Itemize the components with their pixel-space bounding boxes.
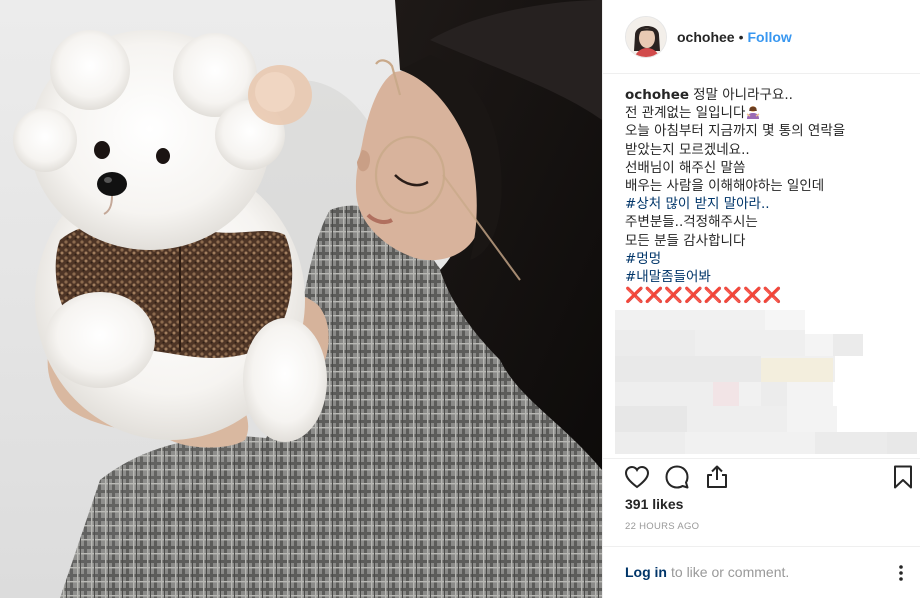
hashtag-link[interactable]: #멍멍 (625, 250, 911, 268)
comment-prompt-text: to like or comment. (671, 563, 790, 580)
heart-icon[interactable] (623, 463, 651, 491)
caption-line: 받았는지 모르겠네요.. (625, 141, 750, 158)
hashtag-link[interactable]: #상처 많이 받지 말아라.. (625, 195, 911, 213)
header-username[interactable]: ochohee (677, 29, 735, 45)
person-gesturing-emoji-icon (746, 106, 760, 120)
post-sidebar: ochohee • Follow ochohee 정말 아니라구요.. 전 관계없… (602, 0, 920, 598)
caption-line: 전 관계없는 일입니다 (625, 104, 911, 122)
follow-button[interactable]: Follow (747, 29, 791, 45)
hashtag-link[interactable]: #내말좀들어봐 (625, 268, 911, 286)
header-separator: • (738, 28, 744, 45)
comment-icon[interactable] (663, 463, 691, 491)
bookmark-icon[interactable] (889, 463, 917, 491)
avatar[interactable] (625, 15, 667, 58)
caption-line: 선배님이 해주신 말씀 (625, 159, 746, 176)
like-count[interactable]: 391 likes (625, 496, 683, 512)
caption-line: ochohee 정말 아니라구요.. (625, 86, 911, 104)
post-header: ochohee • Follow (603, 0, 920, 74)
caption-line: 배우는 사람을 이해해야하는 일인데 (625, 178, 825, 195)
photo-illustration (13, 0, 602, 598)
cross-mark-emojis: ❌❌❌❌❌❌❌❌ (625, 286, 783, 305)
caption-line: 모든 분들 감사합니다 (625, 232, 746, 249)
more-options-icon[interactable] (891, 563, 911, 583)
caption-text: 전 관계없는 일입니다 (625, 105, 746, 122)
comment-bar: Log in to like or comment. (603, 546, 920, 596)
avatar-icon (626, 16, 666, 57)
instagram-post: ochohee • Follow ochohee 정말 아니라구요.. 전 관계없… (0, 0, 920, 598)
caption-line: 주변분들..걱정해주시는 (625, 214, 758, 231)
post-caption: ochohee 정말 아니라구요.. 전 관계없는 일입니다 오늘 아침부터 지금… (625, 86, 911, 304)
caption-line: 오늘 아침부터 지금까지 몇 통의 연락을 (625, 123, 846, 140)
share-icon[interactable] (703, 463, 731, 491)
caption-username[interactable]: ochohee (625, 87, 689, 103)
action-bar (603, 458, 920, 494)
pixelated-comments (615, 306, 920, 456)
login-link[interactable]: Log in (625, 564, 667, 580)
caption-text: 정말 아니라구요.. (693, 87, 793, 103)
post-timestamp[interactable]: 22 HOURS AGO (625, 521, 699, 532)
post-photo[interactable] (0, 0, 602, 598)
